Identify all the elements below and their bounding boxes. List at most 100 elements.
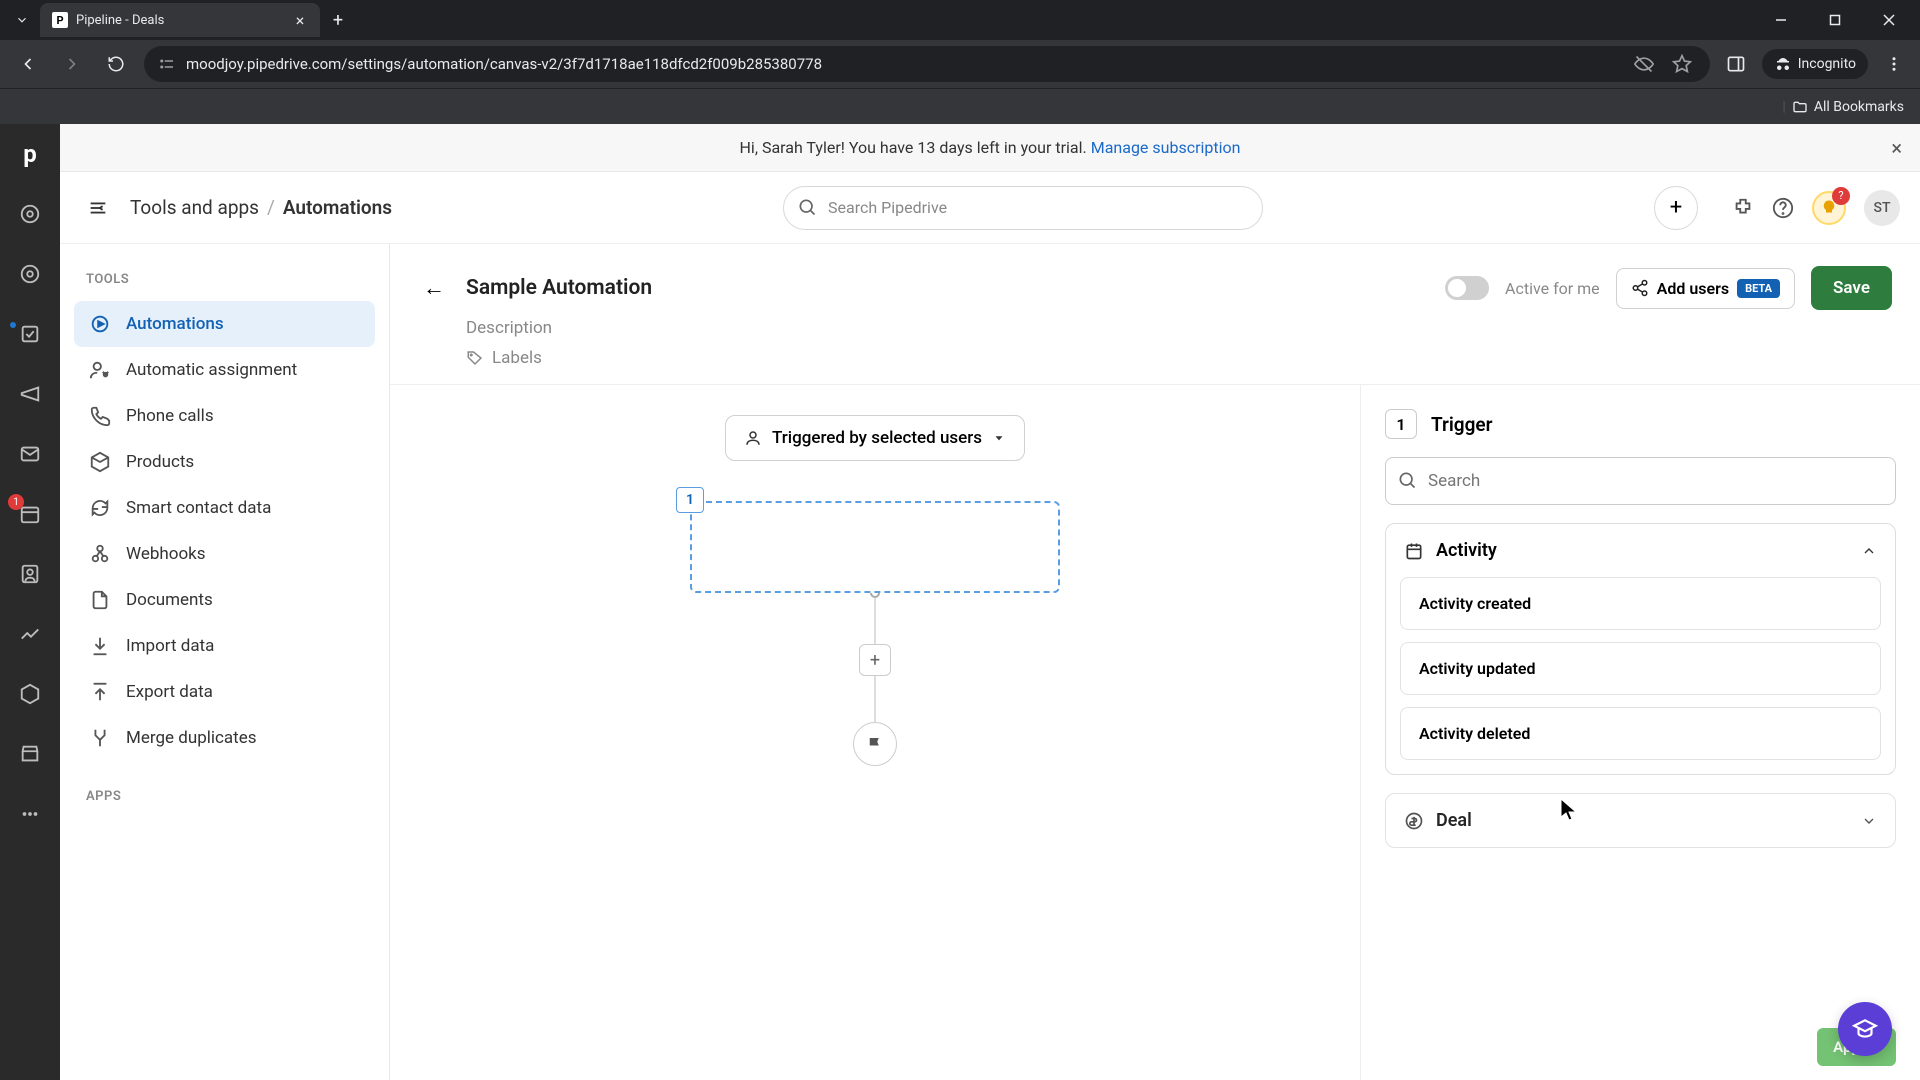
quick-add-button[interactable]: + — [1654, 186, 1698, 230]
sidebar-item-label: Smart contact data — [126, 498, 271, 518]
active-toggle[interactable] — [1445, 276, 1489, 300]
breadcrumb-current: Automations — [283, 196, 392, 219]
triggered-by-dropdown[interactable]: Triggered by selected users — [725, 415, 1025, 461]
sidebar-item-automations[interactable]: Automations — [74, 301, 375, 347]
description-field[interactable]: Description — [466, 318, 1892, 338]
pipedrive-logo-icon[interactable]: p — [12, 136, 48, 172]
triggered-by-label: Triggered by selected users — [772, 428, 982, 448]
side-panel-icon[interactable] — [1722, 50, 1750, 78]
group-title: Activity — [1436, 540, 1497, 561]
sidebar-item-phone-calls[interactable]: Phone calls — [74, 393, 375, 439]
help-fab[interactable] — [1838, 1002, 1892, 1056]
tab-title: Pipeline - Deals — [76, 13, 284, 28]
webhook-icon — [88, 543, 112, 565]
labels-field[interactable]: Labels — [466, 348, 1892, 368]
beta-badge: BETA — [1737, 279, 1780, 298]
incognito-badge[interactable]: Incognito — [1762, 49, 1868, 79]
panel-header: 1 Trigger — [1385, 409, 1896, 439]
rail-campaigns-icon[interactable] — [12, 376, 48, 412]
sidebar-item-export[interactable]: Export data — [74, 669, 375, 715]
rail-deals-icon[interactable] — [12, 256, 48, 292]
back-button[interactable] — [12, 48, 44, 80]
save-button[interactable]: Save — [1811, 266, 1892, 310]
rail-activities-icon[interactable]: 1 — [12, 496, 48, 532]
browser-menu-icon[interactable] — [1880, 50, 1908, 78]
sidebar-item-products[interactable]: Products — [74, 439, 375, 485]
search-input[interactable] — [783, 186, 1263, 230]
automation-title[interactable]: Sample Automation — [466, 276, 652, 300]
browser-toolbar: moodjoy.pipedrive.com/settings/automatio… — [0, 40, 1920, 88]
reload-button[interactable] — [100, 48, 132, 80]
automation-editor: ← Sample Automation Active for me Add us… — [390, 244, 1920, 1080]
end-node — [853, 722, 897, 766]
forward-button[interactable] — [56, 48, 88, 80]
rail-products-icon[interactable] — [12, 676, 48, 712]
merge-icon — [88, 727, 112, 749]
avatar[interactable]: ST — [1864, 190, 1900, 226]
url-bar[interactable]: moodjoy.pipedrive.com/settings/automatio… — [144, 46, 1710, 82]
rail-more-icon[interactable] — [12, 796, 48, 832]
section-tools-label: TOOLS — [74, 272, 375, 301]
sales-assistant-icon[interactable]: ? — [1812, 191, 1846, 225]
site-settings-icon[interactable] — [158, 55, 176, 73]
add-step-button[interactable]: + — [859, 644, 891, 676]
rail-insights-icon[interactable] — [12, 616, 48, 652]
trigger-activity-deleted[interactable]: Activity deleted — [1400, 707, 1881, 760]
tab-close-icon[interactable]: × — [292, 12, 308, 28]
new-tab-button[interactable]: + — [324, 6, 352, 34]
bookmarks-bar: | All Bookmarks — [0, 88, 1920, 124]
close-window-button[interactable] — [1866, 4, 1912, 36]
sidebar-item-merge[interactable]: Merge duplicates — [74, 715, 375, 761]
rail-leads-icon[interactable] — [12, 196, 48, 232]
trigger-activity-updated[interactable]: Activity updated — [1400, 642, 1881, 695]
canvas-step-1[interactable]: 1 — [690, 501, 1060, 593]
breadcrumb-parent[interactable]: Tools and apps — [130, 196, 259, 219]
tabs-dropdown[interactable] — [8, 6, 36, 34]
all-bookmarks-link[interactable]: All Bookmarks — [1814, 99, 1904, 115]
bookmark-star-icon[interactable] — [1668, 50, 1696, 78]
trial-banner: Hi, Sarah Tyler! You have 13 days left i… — [60, 124, 1920, 172]
trigger-search-input[interactable] — [1385, 457, 1896, 505]
incognito-label: Incognito — [1798, 56, 1856, 72]
step-number-badge: 1 — [676, 487, 704, 513]
sidebar-item-automatic-assignment[interactable]: Automatic assignment — [74, 347, 375, 393]
assignment-icon — [88, 359, 112, 381]
maximize-button[interactable] — [1812, 4, 1858, 36]
eye-off-icon[interactable] — [1630, 50, 1658, 78]
trigger-activity-created[interactable]: Activity created — [1400, 577, 1881, 630]
banner-close-icon[interactable]: × — [1891, 136, 1902, 160]
search-icon — [1397, 470, 1417, 490]
sidebar-item-label: Automatic assignment — [126, 360, 297, 380]
add-users-button[interactable]: Add users BETA — [1616, 268, 1795, 309]
group-header-deal[interactable]: Deal — [1386, 794, 1895, 847]
sidebar-item-documents[interactable]: Documents — [74, 577, 375, 623]
editor-header: ← Sample Automation Active for me Add us… — [390, 244, 1920, 385]
editor-body: Triggered by selected users 1 + — [390, 385, 1920, 1080]
minimize-button[interactable] — [1758, 4, 1804, 36]
browser-chrome: P Pipeline - Deals × + moodjoy.pipedrive… — [0, 0, 1920, 124]
help-icon[interactable] — [1772, 197, 1794, 219]
rail-mail-icon[interactable] — [12, 436, 48, 472]
sidebar-item-label: Import data — [126, 636, 214, 656]
sidebar-toggle-icon[interactable] — [80, 190, 116, 226]
folder-icon — [1792, 99, 1808, 115]
manage-subscription-link[interactable]: Manage subscription — [1091, 138, 1241, 157]
browser-tab[interactable]: P Pipeline - Deals × — [40, 3, 320, 37]
extensions-icon[interactable] — [1732, 197, 1754, 219]
rail-contacts-icon[interactable] — [12, 556, 48, 592]
group-header-activity[interactable]: Activity — [1386, 524, 1895, 577]
sidebar-item-label: Phone calls — [126, 406, 214, 426]
rail-projects-icon[interactable] — [12, 316, 48, 352]
labels-text: Labels — [492, 348, 542, 368]
share-icon — [1631, 279, 1649, 297]
trial-text: Hi, Sarah Tyler! You have 13 days left i… — [740, 138, 1087, 157]
sidebar-item-import[interactable]: Import data — [74, 623, 375, 669]
rail-marketplace-icon[interactable] — [12, 736, 48, 772]
back-arrow-icon[interactable]: ← — [418, 272, 450, 304]
sidebar-item-webhooks[interactable]: Webhooks — [74, 531, 375, 577]
empty-trigger-node[interactable] — [690, 501, 1060, 593]
sidebar-item-smart-contact[interactable]: Smart contact data — [74, 485, 375, 531]
panel-step-number: 1 — [1385, 409, 1417, 439]
panel-title: Trigger — [1431, 413, 1492, 436]
app-root: p 1 Hi, Sarah Tyler! You have 13 days le… — [0, 124, 1920, 1080]
